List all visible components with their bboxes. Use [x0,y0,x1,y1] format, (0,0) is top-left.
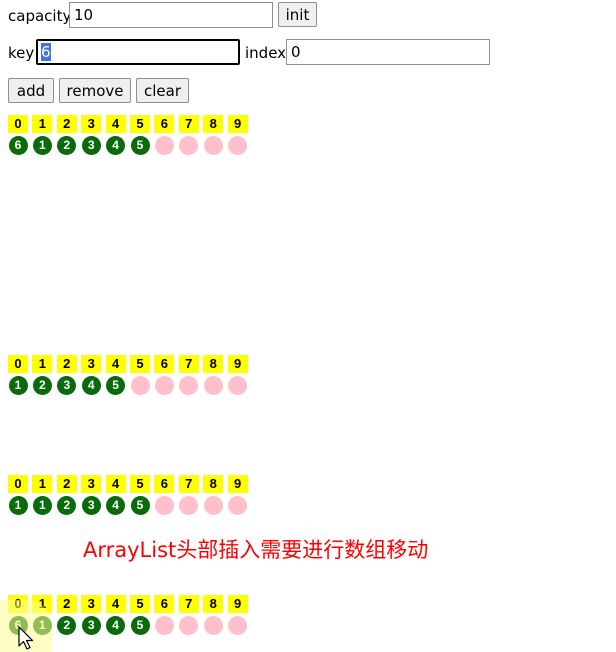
index-label-9: 9 [227,115,248,133]
index-label-5: 5 [130,475,150,493]
array-cell-filled: 4 [81,376,101,395]
index-label-9: 9 [227,355,248,373]
index-label-2: 2 [56,115,77,133]
key-input-value: 6 [41,43,51,61]
array-cell-filled: 5 [106,376,126,395]
index-label-6: 6 [154,115,175,133]
index-label-0: 0 [8,355,28,373]
array-cell-empty [179,376,199,395]
index-label-9: 9 [227,595,248,613]
key-input[interactable]: 6 [36,39,240,65]
index-label-8: 8 [203,355,224,373]
array-cell-filled: 5 [130,616,150,635]
index-label-4: 4 [105,355,126,373]
index-label-1: 1 [32,355,53,373]
index-label-3: 3 [81,355,102,373]
index-label-0: 0 [8,475,28,493]
index-label-6: 6 [154,475,175,493]
array-cell-empty [179,136,199,155]
array-cell-empty [154,136,174,155]
index-label-3: 3 [81,115,102,133]
index-label-8: 8 [203,475,224,493]
array-cell-empty [130,376,150,395]
array-cell-empty [154,616,174,635]
init-button[interactable]: init [278,2,317,27]
array-cell-filled: 5 [130,496,150,515]
index-label-7: 7 [178,115,199,133]
array-cell-filled: 1 [8,376,28,395]
capacity-label: capacity [8,7,72,25]
array-cell-empty [228,136,248,155]
array-cell-filled: 1 [32,496,52,515]
array-cell-filled: 1 [8,496,28,515]
index-label-7: 7 [178,355,199,373]
array-cell-filled: 2 [57,496,77,515]
array-cell-empty [203,496,223,515]
array-cell-empty [228,376,248,395]
remove-button[interactable]: remove [59,78,131,103]
index-label-2: 2 [56,595,77,613]
index-label-7: 7 [178,595,199,613]
index-label-2: 2 [56,475,77,493]
index-label-5: 5 [130,115,150,133]
array-cell-filled: 2 [57,136,77,155]
array-cell-filled: 5 [130,136,150,155]
array-cell-filled: 4 [106,136,126,155]
array-cell-filled: 3 [81,496,101,515]
index-label-8: 8 [203,115,224,133]
capacity-input[interactable]: 10 [69,2,273,28]
key-label: key [8,44,35,62]
array-cell-empty [154,376,174,395]
array-cell-empty [179,616,199,635]
index-label-0: 0 [8,115,28,133]
array-cell-filled: 3 [81,616,101,635]
index-label-6: 6 [154,355,175,373]
index-input[interactable]: 0 [286,39,490,65]
array-cell-filled: 2 [57,616,77,635]
array-cell-filled: 6 [8,136,28,155]
index-label-6: 6 [154,595,175,613]
array-cell-filled: 4 [106,496,126,515]
caption-text: ArrayList头部插入需要进行数组移动 [83,538,429,562]
array-cell-filled: 1 [32,136,52,155]
index-label-9: 9 [227,475,248,493]
index-label-3: 3 [81,475,102,493]
mouse-cursor-icon [18,626,34,650]
index-label-3: 3 [81,595,102,613]
array-cell-empty [179,496,199,515]
index-label-4: 4 [105,475,126,493]
array-cell-empty [228,496,248,515]
array-cell-empty [228,616,248,635]
array-cell-filled: 4 [106,616,126,635]
array-cell-empty [203,136,223,155]
array-cell-filled: 3 [81,136,101,155]
index-label-1: 1 [32,475,53,493]
index-label-1: 1 [32,115,53,133]
index-label-7: 7 [178,475,199,493]
index-label-4: 4 [105,115,126,133]
index-label-5: 5 [130,595,150,613]
add-button[interactable]: add [8,78,54,103]
index-label-5: 5 [130,355,150,373]
index-label-2: 2 [56,355,77,373]
index-label: index [245,44,287,62]
index-label-8: 8 [203,595,224,613]
array-cell-empty [203,376,223,395]
array-cell-empty [203,616,223,635]
array-cell-filled: 2 [32,376,52,395]
index-label-4: 4 [105,595,126,613]
clear-button[interactable]: clear [136,78,189,103]
array-cell-filled: 3 [57,376,77,395]
array-cell-empty [154,496,174,515]
